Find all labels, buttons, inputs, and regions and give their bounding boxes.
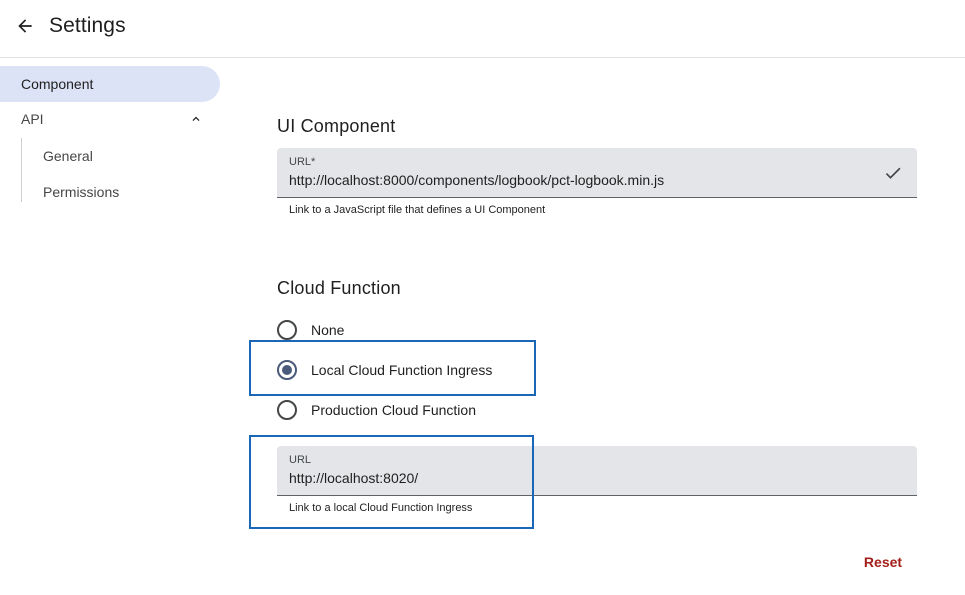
- ui-component-hint: Link to a JavaScript file that defines a…: [289, 204, 546, 216]
- app-header: Settings: [0, 0, 965, 58]
- check-icon: [885, 167, 901, 179]
- sidebar-item-general[interactable]: General: [22, 138, 220, 174]
- page-title: Settings: [49, 14, 126, 37]
- cloud-function-url-label: URL: [289, 454, 312, 466]
- ui-component-title: UI Component: [277, 116, 396, 136]
- sidebar-item-component[interactable]: Component: [0, 66, 220, 102]
- radio-label: Local Cloud Function Ingress: [311, 362, 493, 378]
- chevron-up-icon[interactable]: [189, 112, 203, 126]
- back-button[interactable]: [10, 11, 40, 41]
- ui-component-url-field: URL*: [277, 148, 917, 198]
- cloud-function-url-field: URL: [277, 446, 917, 496]
- arrow-back-icon: [18, 19, 32, 33]
- sidebar-item-api[interactable]: API: [0, 101, 220, 137]
- reset-button[interactable]: Reset: [852, 549, 914, 575]
- sidebar-item-permissions[interactable]: Permissions: [22, 174, 220, 210]
- cloud-function-title: Cloud Function: [277, 278, 401, 298]
- ui-component-url-label: URL*: [289, 156, 316, 168]
- radio-local-cloud-function[interactable]: Local Cloud Function Ingress: [277, 358, 492, 382]
- radio-production-cloud-function[interactable]: Production Cloud Function: [277, 398, 476, 422]
- radio-button[interactable]: [277, 400, 297, 420]
- radio-label: None: [311, 322, 345, 338]
- cloud-function-url-input[interactable]: [289, 468, 879, 488]
- ui-component-url-input[interactable]: [289, 170, 879, 190]
- cloud-function-hint: Link to a local Cloud Function Ingress: [289, 502, 473, 514]
- radio-none[interactable]: None: [277, 318, 344, 342]
- radio-button-checked[interactable]: [277, 360, 297, 380]
- radio-label: Production Cloud Function: [311, 402, 476, 418]
- radio-button[interactable]: [277, 320, 297, 340]
